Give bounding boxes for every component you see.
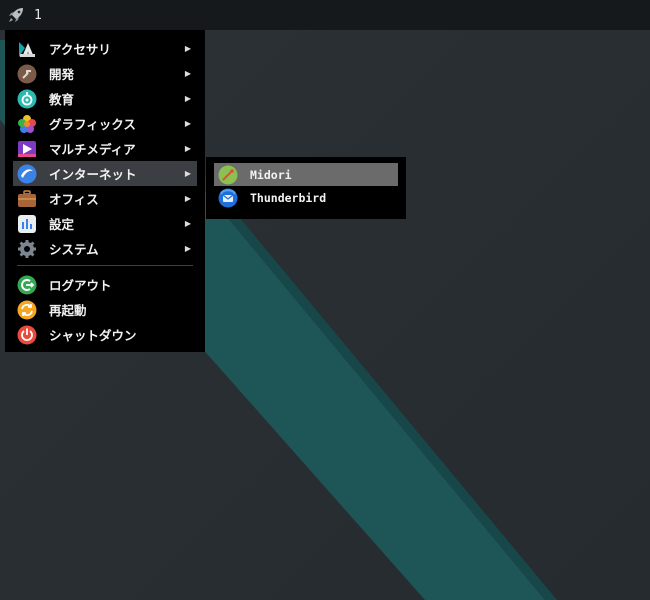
- menu-item-label: シャットダウン: [49, 328, 137, 343]
- menu-item-education[interactable]: 教育 ▶: [13, 86, 197, 111]
- menu-item-graphics[interactable]: グラフィックス ▶: [13, 111, 197, 136]
- application-menu: アクセサリ ▶ 開発 ▶ 教育 ▶ グラフィックス ▶ マルチメディア ▶ イン…: [5, 30, 205, 352]
- submenu-item-label: Midori: [250, 167, 292, 182]
- shutdown-button[interactable]: シャットダウン: [13, 322, 197, 347]
- menu-item-label: マルチメディア: [49, 142, 136, 157]
- submenu-arrow-icon: ▶: [184, 119, 191, 128]
- menu-item-development[interactable]: 開発 ▶: [13, 61, 197, 86]
- education-icon: [17, 89, 37, 109]
- menu-item-settings[interactable]: 設定 ▶: [13, 211, 197, 236]
- submenu-arrow-icon: ▶: [184, 244, 191, 253]
- menu-item-label: グラフィックス: [49, 117, 136, 132]
- menu-item-label: 再起動: [49, 303, 87, 318]
- menu-item-label: ログアウト: [49, 278, 112, 293]
- internet-submenu: Midori Thunderbird: [206, 157, 406, 219]
- menu-item-label: 教育: [49, 92, 75, 107]
- logout-button[interactable]: ログアウト: [13, 272, 197, 297]
- restart-icon: [17, 300, 37, 320]
- submenu-arrow-icon: ▶: [184, 169, 191, 178]
- office-icon: [17, 189, 37, 209]
- restart-button[interactable]: 再起動: [13, 297, 197, 322]
- submenu-arrow-icon: ▶: [184, 144, 191, 153]
- menu-item-accessories[interactable]: アクセサリ ▶: [13, 36, 197, 61]
- midori-icon: [218, 165, 238, 185]
- launcher-button[interactable]: [1, 0, 31, 30]
- graphics-icon: [17, 114, 37, 134]
- rocket-icon: [9, 8, 23, 22]
- menu-item-label: 設定: [49, 217, 75, 232]
- menu-item-label: 開発: [49, 67, 75, 82]
- workspace-indicator[interactable]: 1: [34, 8, 42, 23]
- submenu-arrow-icon: ▶: [184, 44, 191, 53]
- development-icon: [17, 64, 37, 84]
- shutdown-icon: [17, 325, 37, 345]
- submenu-item-thunderbird[interactable]: Thunderbird: [214, 186, 398, 209]
- internet-icon: [17, 164, 37, 184]
- menu-item-office[interactable]: オフィス ▶: [13, 186, 197, 211]
- menu-item-label: オフィス: [49, 192, 99, 207]
- submenu-arrow-icon: ▶: [184, 69, 191, 78]
- submenu-arrow-icon: ▶: [184, 194, 191, 203]
- logout-icon: [17, 275, 37, 295]
- menu-item-internet[interactable]: インターネット ▶: [13, 161, 197, 186]
- settings-icon: [17, 214, 37, 234]
- system-icon: [17, 239, 37, 259]
- submenu-arrow-icon: ▶: [184, 219, 191, 228]
- submenu-item-label: Thunderbird: [250, 190, 327, 205]
- multimedia-icon: [17, 139, 37, 159]
- accessories-icon: [17, 39, 37, 59]
- menu-item-label: アクセサリ: [49, 42, 111, 57]
- menu-separator: [17, 265, 193, 266]
- menu-item-system[interactable]: システム ▶: [13, 236, 197, 261]
- menu-item-label: システム: [49, 242, 99, 257]
- menu-item-multimedia[interactable]: マルチメディア ▶: [13, 136, 197, 161]
- taskbar: 1: [0, 0, 650, 30]
- submenu-item-midori[interactable]: Midori: [214, 163, 398, 186]
- menu-item-label: インターネット: [49, 167, 137, 182]
- thunderbird-icon: [218, 188, 238, 208]
- submenu-arrow-icon: ▶: [184, 94, 191, 103]
